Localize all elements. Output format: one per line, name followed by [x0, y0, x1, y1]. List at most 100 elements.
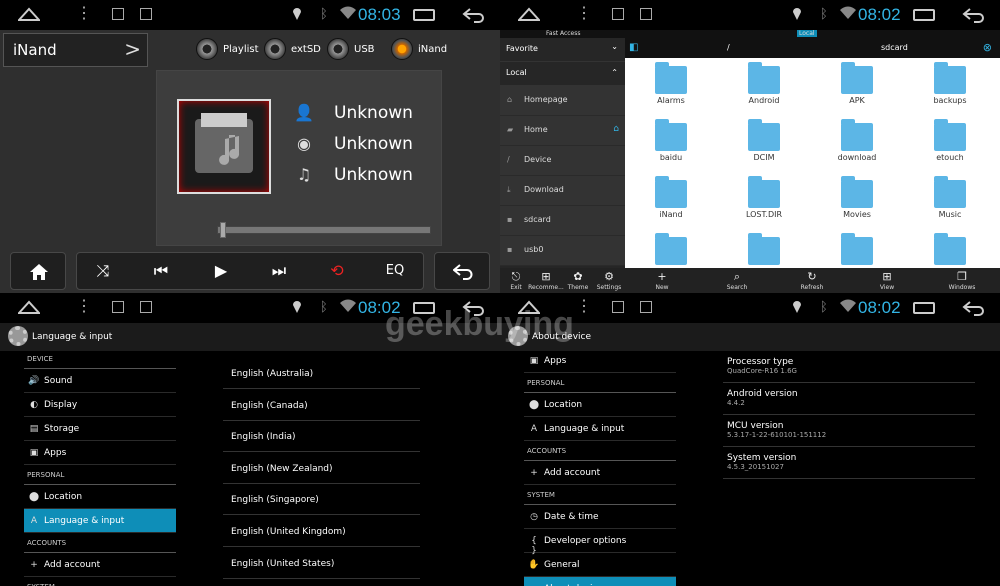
folder-item[interactable]: baidu: [625, 115, 717, 171]
seek-bar[interactable]: [217, 222, 431, 238]
set-home-icon[interactable]: ⌂: [613, 124, 619, 134]
back-nav-icon[interactable]: [462, 7, 484, 23]
path-current[interactable]: sdcard: [881, 43, 908, 52]
sidebar-item-usb0[interactable]: ▪ usb0: [500, 236, 625, 266]
folder-item[interactable]: Music: [904, 172, 996, 228]
sidebar-item-homepage[interactable]: ⌂ Homepage: [500, 86, 625, 116]
language-option[interactable]: English (Australia): [223, 357, 420, 389]
settings-item-storage[interactable]: ▤ Storage: [24, 417, 176, 441]
home-nav-icon[interactable]: [518, 7, 540, 21]
settings-item-apps[interactable]: ▣ Apps: [524, 349, 676, 373]
folder-item[interactable]: iNand: [625, 172, 717, 228]
info-row-processor-type[interactable]: Processor type QuadCore-R16 1.6G: [723, 351, 975, 383]
folder-item[interactable]: etouch: [904, 115, 996, 171]
seek-thumb[interactable]: [220, 222, 227, 238]
folder-item[interactable]: backups: [904, 58, 996, 114]
playlist-button[interactable]: Playlist: [196, 36, 259, 62]
knob-active-icon: [391, 38, 413, 60]
folder-item[interactable]: Android: [718, 58, 810, 114]
status-bar: ⋮ ᛒ 08:03: [0, 0, 500, 30]
home-button[interactable]: [10, 252, 66, 290]
source-selector[interactable]: iNand >: [3, 33, 148, 67]
back-button[interactable]: [434, 252, 490, 290]
folder-item[interactable]: Movies: [811, 172, 903, 228]
settings-item-about-device[interactable]: ⓘAbout device: [524, 577, 676, 586]
info-value: 5.3.17-1-22-610101-151112: [727, 431, 827, 439]
home-nav-icon[interactable]: [18, 300, 40, 314]
wifi-icon: [340, 6, 356, 19]
chevron-down-icon: ⌄: [611, 42, 618, 51]
extsd-button[interactable]: extSD: [264, 36, 321, 62]
refresh-icon: ↻: [807, 270, 817, 283]
eq-button[interactable]: EQ: [375, 263, 415, 278]
menu-dots-icon[interactable]: ⋮: [576, 6, 592, 22]
settings-item-developer-options[interactable]: { } Developer options: [524, 529, 676, 556]
settings-item-location[interactable]: ⬤ Location: [24, 485, 176, 509]
settings-item-language-input[interactable]: A Language & input: [24, 509, 176, 533]
settings-item-sound[interactable]: 🔊 Sound: [24, 369, 176, 393]
recent-apps-icon[interactable]: [913, 9, 935, 21]
windows-button[interactable]: ❐ Windows: [940, 270, 984, 291]
language-option[interactable]: English (Canada): [223, 389, 420, 421]
usb-button[interactable]: USB: [327, 36, 375, 62]
folder-item[interactable]: Alarms: [625, 58, 717, 114]
back-nav-icon[interactable]: [962, 7, 984, 23]
language-option[interactable]: English (Singapore): [223, 483, 420, 516]
settings-item-label: Apps: [544, 356, 567, 366]
next-icon[interactable]: ⏭: [259, 261, 299, 281]
search-button[interactable]: ⌕ Search: [715, 270, 759, 291]
refresh-button[interactable]: ↻ Refresh: [790, 270, 834, 291]
settings-item-add-account[interactable]: + Add account: [24, 553, 176, 577]
play-icon[interactable]: ▶: [201, 261, 241, 280]
menu-dots-icon[interactable]: ⋮: [76, 299, 92, 315]
menu-dots-icon[interactable]: ⋮: [576, 299, 592, 315]
settings-item-general[interactable]: ✋ General: [524, 553, 676, 577]
sidebar-item-download[interactable]: ⤓ Download: [500, 176, 625, 206]
inand-button[interactable]: iNand: [391, 36, 447, 62]
settings-gear-icon[interactable]: [8, 326, 28, 346]
folder-item[interactable]: download: [811, 115, 903, 171]
shuffle-icon[interactable]: ⤨: [83, 261, 123, 281]
window-icon[interactable]: ◧: [629, 42, 638, 53]
menu-dots-icon[interactable]: ⋮: [76, 6, 92, 22]
language-option[interactable]: English (India): [223, 420, 420, 453]
view-button[interactable]: ⊞ View: [865, 270, 909, 291]
recent-apps-icon[interactable]: [413, 9, 435, 21]
language-option[interactable]: English (United Kingdom): [223, 515, 420, 547]
folder-item[interactable]: APK: [811, 58, 903, 114]
local-section[interactable]: Local ⌃: [500, 62, 625, 86]
section-header: ACCOUNTS: [24, 533, 176, 553]
image-icon: [612, 301, 624, 313]
sidebar-item-home[interactable]: ▰ Home ⌂: [500, 116, 625, 146]
local-tab[interactable]: Local: [797, 30, 817, 37]
settings-item-display[interactable]: ◐ Display: [24, 393, 176, 417]
back-nav-icon[interactable]: [962, 300, 984, 316]
sidebar-item-device[interactable]: / Device: [500, 146, 625, 176]
repeat-icon[interactable]: ⟲: [317, 261, 357, 280]
settings-item-location[interactable]: ⬤ Location: [524, 393, 676, 417]
previous-icon[interactable]: ⏮: [141, 261, 181, 281]
settings-button[interactable]: ⚙ Settings: [587, 270, 631, 291]
settings-item-apps[interactable]: ▣ Apps: [24, 441, 176, 465]
favorite-section[interactable]: Favorite ⌄: [500, 38, 625, 62]
folder-item[interactable]: LOST.DIR: [718, 172, 810, 228]
watermark: geekbuying: [385, 305, 574, 343]
folder-icon: [934, 62, 966, 94]
folder-item[interactable]: DCIM: [718, 115, 810, 171]
folder-icon: [655, 62, 687, 94]
path-root[interactable]: /: [727, 43, 730, 52]
settings-item-date-time[interactable]: ◷ Date & time: [524, 505, 676, 529]
info-row-android-version[interactable]: Android version 4.4.2: [723, 383, 975, 415]
home-nav-icon[interactable]: [18, 7, 40, 21]
language-option[interactable]: English (New Zealand): [223, 452, 420, 484]
recent-apps-icon[interactable]: [913, 302, 935, 314]
sidebar-item-sdcard[interactable]: ▪ sdcard: [500, 206, 625, 236]
settings-item-add-account[interactable]: + Add account: [524, 461, 676, 485]
info-row-mcu-version[interactable]: MCU version 5.3.17-1-22-610101-151112: [723, 415, 975, 447]
settings-item-language-input[interactable]: A Language & input: [524, 417, 676, 441]
fm-sidebar: Favorite ⌄ Local ⌃ ⌂ Homepage ▰ Home ⌂ / Devic…: [500, 38, 625, 268]
close-icon[interactable]: ⊗: [983, 41, 992, 54]
new-button[interactable]: + New: [640, 270, 684, 291]
language-option[interactable]: English (United States): [223, 547, 420, 579]
info-row-system-version[interactable]: System version 4.5.3_20151027: [723, 447, 975, 479]
